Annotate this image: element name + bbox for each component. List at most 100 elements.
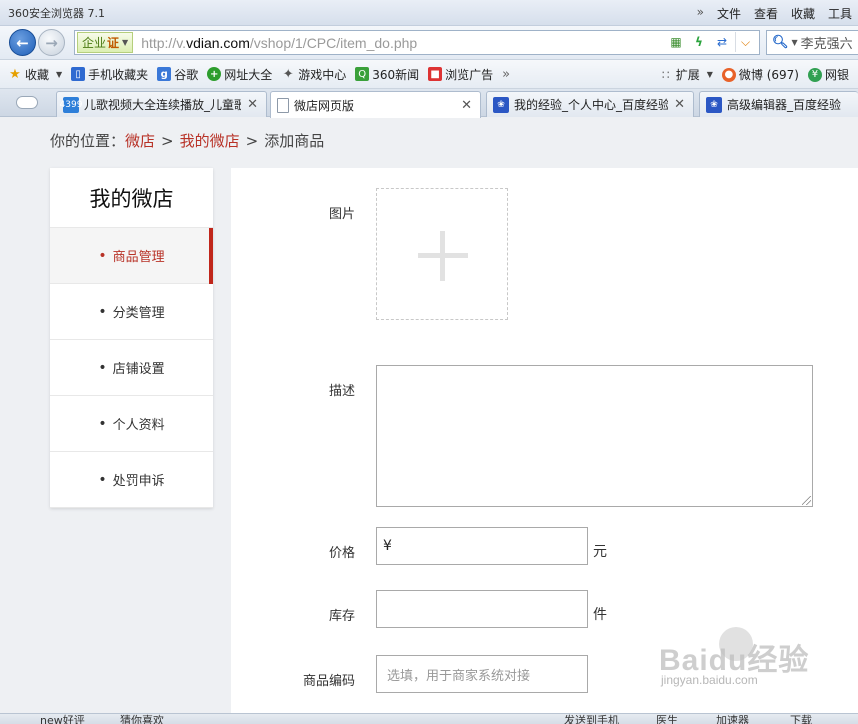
image-label: 图片: [328, 207, 355, 222]
extensions-icon: ∷: [661, 67, 670, 82]
fav-item-extensions[interactable]: ∷ 扩展 ▼: [659, 66, 713, 83]
arrow-left-icon: ←: [16, 33, 29, 52]
fav-item-bank[interactable]: ¥ 网银: [807, 66, 849, 83]
fav-item-mobile[interactable]: ▯ 手机收藏夹: [71, 66, 148, 83]
sidebar-item-label: 分类管理: [112, 306, 165, 321]
chevron-down-icon: ▼: [791, 38, 798, 47]
menu-file[interactable]: 文件: [717, 5, 741, 22]
address-bar[interactable]: 企业 证 ▼ http://v.vdian.com/vshop/1/CPC/it…: [74, 30, 760, 55]
sidebar-item-appeals[interactable]: • 处罚申诉: [50, 452, 213, 508]
status-item[interactable]: 发送到手机: [564, 715, 619, 724]
status-bar: new好评 猜你喜欢 发送到手机 医生 加速器 下载: [0, 713, 858, 724]
sidebar-title: 我的微店: [50, 168, 213, 228]
status-item[interactable]: new好评: [40, 715, 85, 724]
status-item[interactable]: 医生: [656, 715, 678, 724]
tab-label: 高级编辑器_百度经验: [727, 98, 842, 112]
image-upload-box[interactable]: [376, 188, 508, 320]
url-path: /vshop/1/CPC/item_do.php: [249, 34, 418, 51]
back-button[interactable]: ←: [9, 29, 36, 56]
bullet-icon: •: [98, 359, 107, 376]
close-icon[interactable]: ✕: [461, 98, 472, 113]
url-prefix: http://v.: [141, 34, 187, 51]
search-box[interactable]: 🔍︎ ▼ 李克强六: [766, 30, 858, 55]
stock-unit: 件: [593, 607, 607, 623]
bullet-icon: •: [98, 247, 107, 264]
bullet-icon: •: [98, 471, 107, 488]
menu-favorites[interactable]: 收藏: [791, 5, 815, 22]
chevron-down-icon: ▼: [706, 70, 713, 79]
baidu-paw-icon: ❀: [493, 96, 509, 113]
fav-label: 浏览广告: [445, 67, 494, 82]
baidu-paw-icon: ❀: [706, 96, 722, 113]
breadcrumb-link-weidian[interactable]: 微店: [125, 132, 155, 150]
breadcrumb-current: 添加商品: [264, 132, 325, 150]
sidebar-item-profile[interactable]: • 个人资料: [50, 396, 213, 452]
4399-icon: 4399: [60, 96, 82, 113]
tab-my-experience[interactable]: ❀ 我的经验_个人中心_百度经验 ✕: [486, 91, 694, 117]
menu-tools[interactable]: 工具: [828, 5, 852, 22]
search-icon: 🔍︎: [772, 35, 789, 50]
tab-kids-songs[interactable]: 4399 儿歌视频大全连续播放_儿童歌 ✕: [56, 91, 267, 117]
app-title: 360安全浏览器 7.1: [8, 7, 105, 20]
fav-item-favorites[interactable]: ★ 收藏 ▼: [8, 66, 62, 83]
close-icon[interactable]: ✕: [674, 97, 685, 112]
sidebar-item-category-management[interactable]: • 分类管理: [50, 284, 213, 340]
fav-item-weibo[interactable]: ● 微博 (697): [721, 66, 799, 83]
forward-button[interactable]: →: [38, 29, 65, 56]
fav-label: 手机收藏夹: [88, 67, 149, 82]
sidebar-item-product-management[interactable]: • 商品管理: [50, 228, 213, 284]
product-code-placeholder: 选填，用于商家系统对接: [387, 668, 531, 684]
fav-item-sites[interactable]: + 网址大全: [207, 66, 272, 83]
description-textarea[interactable]: [376, 365, 813, 507]
resize-handle-icon[interactable]: [802, 496, 811, 505]
fav-label: 游戏中心: [298, 67, 347, 82]
page-icon: [277, 97, 289, 113]
arrow-right-icon: →: [45, 33, 58, 52]
refresh-icon[interactable]: ⇄: [712, 32, 732, 52]
description-label: 描述: [328, 384, 355, 399]
product-code-input[interactable]: 选填，用于商家系统对接: [376, 655, 588, 693]
google-icon: g: [157, 67, 172, 81]
tab-label: 我的经验_个人中心_百度经验: [514, 98, 669, 112]
favorites-overflow-button[interactable]: »: [502, 67, 510, 82]
favorites-right-group: ∷ 扩展 ▼ ● 微博 (697) ¥ 网银: [659, 60, 858, 89]
url-text[interactable]: http://v.vdian.com/vshop/1/CPC/item_do.p…: [141, 35, 417, 51]
price-input[interactable]: ¥: [376, 527, 588, 565]
weibo-icon: ●: [721, 67, 736, 82]
breadcrumb-link-my-shop[interactable]: 我的微店: [180, 132, 240, 150]
sidebar-item-label: 商品管理: [112, 250, 165, 265]
address-dropdown-icon[interactable]: ⌵: [735, 32, 755, 52]
qr-code-icon[interactable]: ▦: [666, 32, 686, 52]
tab-weidian[interactable]: 微店网页版 ✕: [270, 91, 481, 118]
cert-mark: 证: [107, 36, 120, 50]
stock-input[interactable]: [376, 590, 588, 628]
menu-overflow-button[interactable]: »: [697, 5, 704, 22]
sidebar-item-label: 店铺设置: [112, 362, 165, 377]
news-icon: Q: [355, 67, 370, 81]
speed-mode-icon[interactable]: ϟ: [689, 32, 709, 52]
fav-label: 360新闻: [372, 67, 420, 82]
tab-bar: 4399 儿歌视频大全连续播放_儿童歌 ✕ 微店网页版 ✕ ❀ 我的经验_个人中…: [0, 89, 858, 118]
fav-label: 谷歌: [174, 67, 199, 82]
price-label: 价格: [328, 546, 355, 561]
status-item[interactable]: 猜你喜欢: [120, 715, 164, 724]
status-item[interactable]: 加速器: [716, 715, 749, 724]
fav-item-news[interactable]: Q 360新闻: [355, 66, 419, 83]
breadcrumb: 你的位置：微店 > 我的微店 > 添加商品: [50, 130, 324, 151]
sidebar: 我的微店 • 商品管理 • 分类管理 • 店铺设置 • 个人资料 • 处罚申诉: [50, 168, 213, 508]
breadcrumb-separator: >: [245, 132, 259, 150]
bullet-icon: •: [98, 415, 107, 432]
fav-item-games[interactable]: ✦ 游戏中心: [281, 66, 346, 83]
sidebar-item-label: 个人资料: [112, 418, 165, 433]
sidebar-item-shop-settings[interactable]: • 店铺设置: [50, 340, 213, 396]
close-icon[interactable]: ✕: [247, 97, 258, 112]
fav-item-google[interactable]: g 谷歌: [157, 66, 198, 83]
fav-item-ads[interactable]: ■ 浏览广告: [428, 66, 493, 83]
tab-advanced-editor[interactable]: ❀ 高级编辑器_百度经验: [699, 91, 858, 117]
menu-view[interactable]: 查看: [754, 5, 778, 22]
status-item[interactable]: 下载: [790, 715, 812, 724]
enterprise-cert-badge[interactable]: 企业 证 ▼: [77, 32, 134, 53]
plus-icon-vertical: [440, 231, 445, 281]
price-value: ¥: [383, 538, 392, 554]
cloud-icon[interactable]: [16, 96, 38, 109]
